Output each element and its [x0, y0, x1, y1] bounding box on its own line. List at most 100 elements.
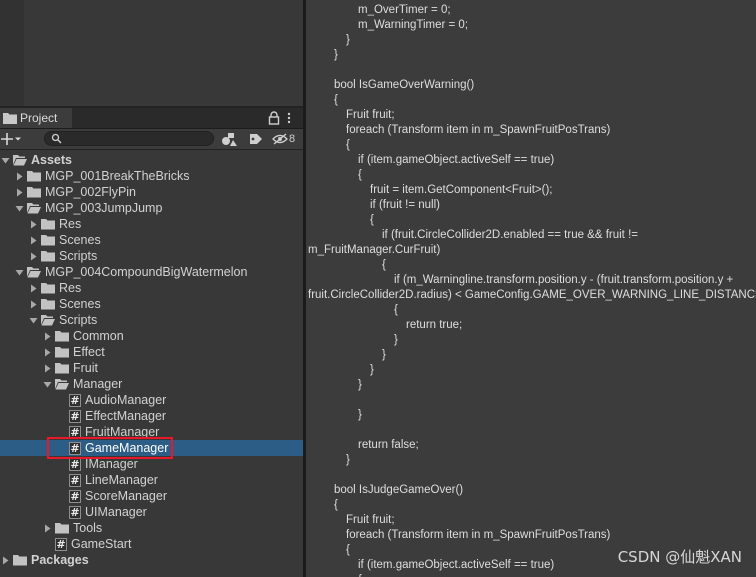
csharp-script-icon: #: [69, 473, 81, 487]
tree-script-item[interactable]: # FruitManager: [0, 424, 303, 440]
code-line: if (m_Warningline.transform.position.y -…: [394, 274, 734, 286]
tree-script-item[interactable]: # GameStart: [0, 536, 303, 552]
tree-folder-item[interactable]: Scripts: [0, 248, 303, 264]
tree-script-item[interactable]: # ScoreManager: [0, 488, 303, 504]
code-line: return true;: [406, 319, 463, 331]
tree-script-item[interactable]: # IManager: [0, 456, 303, 472]
expand-arrow-right-icon[interactable]: [29, 284, 38, 293]
tree-folder-item[interactable]: MGP_004CompoundBigWatermelon: [0, 264, 303, 280]
tree-folder-item[interactable]: Res: [0, 216, 303, 232]
tree-folder-item[interactable]: Manager: [0, 376, 303, 392]
code-line: {: [358, 169, 362, 181]
search-input[interactable]: [65, 132, 205, 145]
tab-label: Project: [20, 111, 58, 125]
search-by-label-icon[interactable]: [247, 131, 265, 147]
more-options-icon[interactable]: [286, 111, 292, 125]
code-line: }: [346, 454, 350, 466]
hidden-count: 8: [289, 133, 296, 145]
expand-arrow-down-icon[interactable]: [1, 156, 10, 165]
asset-tree: Assets MGP_001BreakTheBricks MGP_002FlyPin…: [0, 152, 303, 577]
code-line: {: [346, 544, 350, 556]
expand-arrow-down-icon[interactable]: [15, 204, 24, 213]
code-line: }: [358, 409, 362, 421]
expand-arrow-right-icon[interactable]: [29, 220, 38, 229]
tree-folder-item[interactable]: Res: [0, 280, 303, 296]
lock-icon[interactable]: [268, 111, 280, 125]
code-line: m_OverTimer = 0;: [358, 4, 451, 16]
code-line: {: [358, 573, 362, 577]
tree-item-label: Manager: [73, 377, 123, 391]
code-line: }: [346, 34, 350, 46]
eye-slash-icon: [272, 133, 288, 145]
expand-arrow-right-icon[interactable]: [43, 524, 52, 533]
tree-script-item[interactable]: # GameManager: [0, 440, 303, 456]
expand-arrow-right-icon[interactable]: [43, 348, 52, 357]
expand-arrow-right-icon[interactable]: [15, 188, 24, 197]
tree-item-label: MGP_004CompoundBigWatermelon: [45, 265, 248, 279]
code-editor[interactable]: m_OverTimer = 0; m_WarningTimer = 0;}} boo…: [306, 0, 756, 577]
folder-icon: [41, 283, 55, 294]
folder-icon: [41, 251, 55, 262]
expand-arrow-right-icon[interactable]: [15, 172, 24, 181]
tree-item-label: Tools: [73, 521, 103, 535]
code-line: if (fruit != null): [370, 199, 440, 211]
code-line: }: [370, 364, 374, 376]
tree-folder-item[interactable]: Scripts: [0, 312, 303, 328]
plus-icon: [1, 133, 13, 145]
tree-item-label: Scenes: [59, 233, 101, 247]
code-line: fruit.CircleCollider2D.radius) < GameCon…: [308, 289, 756, 301]
tree-script-item[interactable]: # UIManager: [0, 504, 303, 520]
folder-icon: [55, 331, 69, 342]
folder-icon: [55, 347, 69, 358]
folder-open-icon: [27, 203, 41, 214]
expand-arrow-right-icon[interactable]: [29, 236, 38, 245]
csharp-script-icon: #: [69, 409, 81, 423]
folder-open-icon: [41, 315, 55, 326]
tree-folder-item[interactable]: Scenes: [0, 232, 303, 248]
tree-folder-item[interactable]: Effect: [0, 344, 303, 360]
search-by-type-icon[interactable]: [220, 131, 240, 147]
tree-folder-item[interactable]: MGP_001BreakTheBricks: [0, 168, 303, 184]
code-line: fruit = item.GetComponent<Fruit>();: [370, 184, 553, 196]
tree-item-label: Res: [59, 281, 82, 295]
hierarchy-pane: [0, 0, 303, 108]
add-button[interactable]: [0, 130, 24, 148]
expand-arrow-down-icon[interactable]: [43, 380, 52, 389]
tab-project[interactable]: Project: [0, 108, 72, 128]
csharp-script-icon: #: [69, 505, 81, 519]
tree-folder-item[interactable]: Fruit: [0, 360, 303, 376]
tree-item-label: GameStart: [71, 537, 132, 551]
project-toolbar: 8: [0, 129, 303, 150]
tree-folder-item[interactable]: Scenes: [0, 296, 303, 312]
expand-arrow-right-icon[interactable]: [29, 252, 38, 261]
expand-arrow-right-icon[interactable]: [29, 300, 38, 309]
expand-arrow-right-icon[interactable]: [43, 332, 52, 341]
tree-item-label: Common: [73, 329, 124, 343]
expand-arrow-right-icon[interactable]: [43, 364, 52, 373]
tree-folder-item[interactable]: Common: [0, 328, 303, 344]
tree-item-label: Fruit: [73, 361, 98, 375]
tree-folder-item[interactable]: Tools: [0, 520, 303, 536]
code-line: Fruit fruit;: [346, 109, 395, 121]
tree-script-item[interactable]: # EffectManager: [0, 408, 303, 424]
tree-item-label: FruitManager: [85, 425, 160, 439]
csharp-script-icon: #: [55, 537, 67, 551]
expand-arrow-down-icon[interactable]: [29, 316, 38, 325]
hidden-packages-toggle[interactable]: 8: [272, 131, 302, 147]
code-line: bool IsJudgeGameOver(): [334, 484, 464, 496]
code-line: {: [394, 304, 398, 316]
tree-script-item[interactable]: # AudioManager: [0, 392, 303, 408]
tree-folder-item[interactable]: Packages: [0, 552, 303, 568]
expand-arrow-down-icon[interactable]: [15, 268, 24, 277]
search-field[interactable]: [44, 131, 214, 146]
tree-script-item[interactable]: # LineManager: [0, 472, 303, 488]
tree-item-label: EffectManager: [85, 409, 167, 423]
folder-open-icon: [55, 379, 69, 390]
tree-folder-item[interactable]: Assets: [0, 152, 303, 168]
code-line: }: [334, 49, 338, 61]
expand-arrow-right-icon[interactable]: [1, 556, 10, 565]
code-line: foreach (Transform item in m_SpawnFruitP…: [346, 529, 611, 541]
tree-folder-item[interactable]: MGP_003JumpJump: [0, 200, 303, 216]
tree-item-label: IManager: [85, 457, 138, 471]
tree-folder-item[interactable]: MGP_002FlyPin: [0, 184, 303, 200]
